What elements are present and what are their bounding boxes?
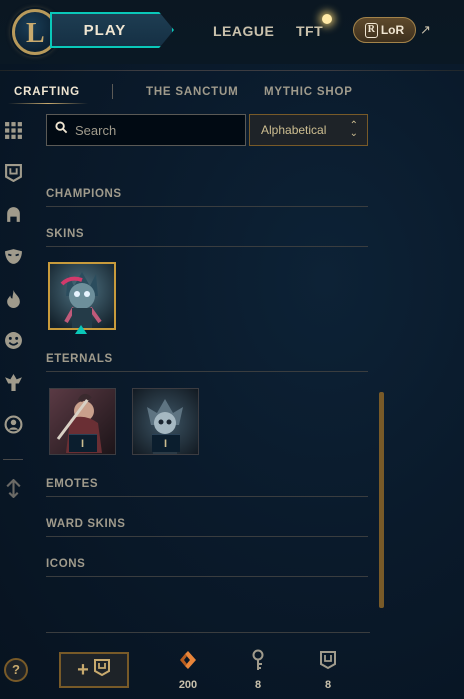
section-ward-skins[interactable]: WARD SKINS: [46, 518, 125, 530]
orange-essence-icon: [168, 648, 208, 672]
search-icon: [55, 121, 68, 139]
play-button[interactable]: PLAY: [50, 12, 174, 48]
chest-value: 8: [324, 679, 332, 691]
collapse-arrows-icon[interactable]: [3, 478, 24, 499]
subnav-separator: [112, 84, 113, 99]
logo-letter: L: [26, 18, 45, 49]
help-button[interactable]: ?: [4, 658, 28, 682]
search-field[interactable]: [46, 114, 246, 146]
section-skins[interactable]: SKINS: [46, 228, 84, 240]
external-link-icon[interactable]: ↗: [420, 22, 431, 38]
chest-counter: 8: [308, 648, 348, 691]
lor-label: LoR: [380, 23, 405, 37]
chest-icon: [308, 648, 348, 672]
eternal-tier-badge: I: [68, 434, 97, 452]
ward-icon[interactable]: [3, 372, 24, 393]
sort-chevron-icon: ⌃ ⌄: [349, 120, 358, 139]
eternal-tile[interactable]: I: [49, 388, 116, 455]
tft-tab[interactable]: TFT: [296, 23, 323, 39]
grid-icon[interactable]: [3, 120, 24, 141]
eternal-tile[interactable]: I: [132, 388, 199, 455]
profile-icon[interactable]: [3, 414, 24, 435]
section-icons[interactable]: ICONS: [46, 558, 85, 570]
mask-icon[interactable]: [3, 246, 24, 267]
section-divider: [46, 246, 368, 247]
section-champions[interactable]: CHAMPIONS: [46, 188, 122, 200]
rail-separator: [3, 459, 23, 460]
active-tab-underline: [8, 103, 88, 104]
play-label: PLAY: [83, 21, 127, 39]
section-emotes[interactable]: EMOTES: [46, 478, 98, 490]
key-fragment-value: 8: [254, 679, 262, 691]
emote-icon[interactable]: [3, 330, 24, 351]
key-fragment-icon: [238, 648, 278, 672]
chest-icon[interactable]: [3, 162, 24, 183]
flame-icon[interactable]: [3, 288, 24, 309]
helmet-icon[interactable]: [3, 204, 24, 225]
section-divider: [46, 206, 368, 207]
lor-button[interactable]: R LoR: [353, 17, 416, 43]
selected-marker-icon: [75, 325, 87, 334]
footer-divider: [46, 632, 370, 633]
sort-selected-value: Alphabetical: [261, 123, 327, 137]
tab-mythic-shop[interactable]: MYTHIC SHOP: [264, 86, 353, 98]
section-eternals[interactable]: ETERNALS: [46, 353, 113, 365]
lor-badge-icon: R: [364, 22, 378, 38]
key-fragment-counter: 8: [238, 648, 278, 691]
add-chest-button[interactable]: +: [59, 652, 129, 688]
scrollbar-thumb[interactable]: [379, 392, 384, 608]
search-input[interactable]: [75, 122, 235, 138]
top-divider: [0, 70, 464, 71]
section-divider: [46, 371, 368, 372]
section-divider: [46, 576, 368, 577]
sort-dropdown[interactable]: Alphabetical ⌃ ⌄: [249, 114, 368, 146]
orange-essence-value: 200: [178, 679, 198, 691]
tab-the-sanctum[interactable]: THE SANCTUM: [146, 86, 239, 98]
skin-tile[interactable]: [48, 262, 116, 330]
top-bar: L PLAY LEAGUE TFT R LoR ↗: [0, 0, 464, 64]
skin-art-image: [50, 264, 114, 328]
chest-icon: [93, 658, 111, 682]
notification-glow-icon: [322, 14, 332, 24]
section-divider: [46, 496, 368, 497]
tab-crafting[interactable]: CRAFTING: [14, 86, 80, 98]
eternal-tier-badge: I: [151, 434, 180, 452]
add-plus-label: +: [77, 658, 89, 681]
section-divider: [46, 536, 368, 537]
league-tab[interactable]: LEAGUE: [213, 23, 274, 39]
orange-essence-counter: 200: [168, 648, 208, 691]
